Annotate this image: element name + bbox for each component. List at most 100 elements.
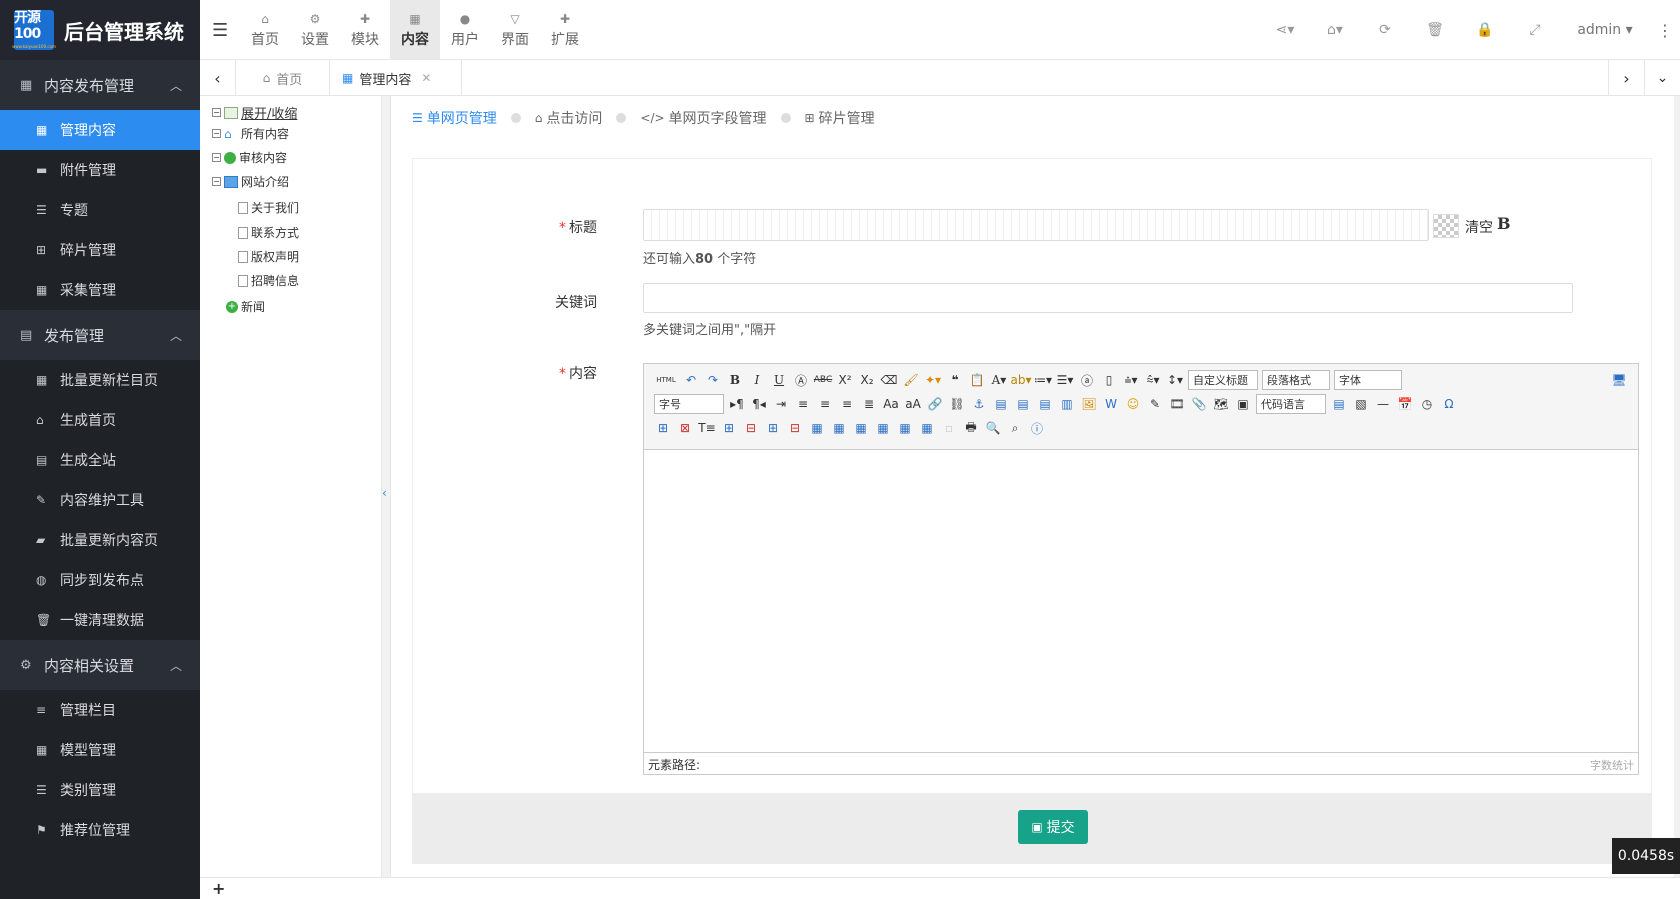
subscript-icon[interactable]: X₂ <box>856 370 878 390</box>
lowercase-icon[interactable]: aA <box>902 394 924 414</box>
auto-format-icon[interactable]: ✦▾ <box>922 370 944 390</box>
chart-icon[interactable]: ▫ <box>938 418 960 438</box>
anchor-icon[interactable]: ⚓ <box>968 394 990 414</box>
insert-row-icon[interactable]: ⊞ <box>718 418 740 438</box>
indent-icon[interactable]: ⇥ <box>770 394 792 414</box>
refresh-icon[interactable]: ⟳ <box>1360 22 1410 38</box>
special-chars-icon[interactable]: Ω <box>1438 394 1460 414</box>
zoom-icon[interactable]: 🔍 <box>982 418 1004 438</box>
align-center-icon[interactable]: ≡ <box>814 394 836 414</box>
trash-icon[interactable]: 🗑 <box>1410 22 1460 38</box>
border-text-icon[interactable]: Ⓐ <box>790 370 812 390</box>
scrawl-icon[interactable]: ✎ <box>1144 394 1166 414</box>
fullscreen-icon[interactable]: ⤢ <box>1510 22 1560 38</box>
font-family-select[interactable]: 字体 <box>1334 370 1402 390</box>
insert-frame-icon[interactable]: ▣ <box>1232 394 1254 414</box>
find-replace-icon[interactable]: ⌕ <box>1004 418 1026 438</box>
sidebar-group-publish[interactable]: ▤ 发布管理 ︿ <box>0 310 200 360</box>
image-none-icon[interactable]: ▤ <box>990 394 1012 414</box>
sidebar-item-attachments[interactable]: ▬ 附件管理 <box>0 150 200 190</box>
chevron-down-icon[interactable]: ⌄ <box>1644 60 1680 96</box>
topnav-home[interactable]: ⌂ 首页 <box>240 0 290 60</box>
sidebar-item-categories[interactable]: ≡ 管理栏目 <box>0 690 200 730</box>
row-spacing-bottom-icon[interactable]: ⩯▾ <box>1142 370 1164 390</box>
plus-icon[interactable]: + <box>212 879 225 898</box>
title-input[interactable] <box>643 209 1429 241</box>
caption-icon[interactable]: T≡ <box>696 418 718 438</box>
sidebar-item-maintenance[interactable]: ✎ 内容维护工具 <box>0 480 200 520</box>
video-icon[interactable]: 🎞 <box>1166 394 1188 414</box>
ltr-icon[interactable]: ▸¶ <box>726 394 748 414</box>
html-source-button[interactable]: HTML <box>652 370 680 390</box>
horizontal-rule-icon[interactable]: — <box>1372 394 1394 414</box>
sidebar-item-sync[interactable]: ◍ 同步到发布点 <box>0 560 200 600</box>
align-justify-icon[interactable]: ≣ <box>858 394 880 414</box>
title-clear-button[interactable]: 清空 <box>1465 217 1493 237</box>
sidebar-item-gen-home[interactable]: ⌂ 生成首页 <box>0 400 200 440</box>
page-break-icon[interactable]: ▤ <box>1328 394 1350 414</box>
lock-icon[interactable]: 🔒 <box>1460 22 1510 38</box>
paste-plain-icon[interactable]: 📋 <box>966 370 988 390</box>
delete-row-icon[interactable]: ⊟ <box>740 418 762 438</box>
merge-cells-icon[interactable]: ▦ <box>806 418 828 438</box>
format-brush-icon[interactable]: 🖌 <box>900 370 922 390</box>
sidebar-group-content-publish[interactable]: ▦ 内容发布管理 ︿ <box>0 60 200 110</box>
italic-icon[interactable]: I <box>746 370 768 390</box>
sidebar-item-models[interactable]: ▦ 模型管理 <box>0 730 200 770</box>
title-color-picker[interactable] <box>1433 214 1459 238</box>
print-icon[interactable]: 🖶 <box>960 418 982 438</box>
split-cols-icon[interactable]: ▦ <box>916 418 938 438</box>
user-menu[interactable]: admin ▾ <box>1560 22 1650 38</box>
ordered-list-icon[interactable]: ≔▾ <box>1032 370 1054 390</box>
tree-toggle[interactable]: − 展开/收缩 <box>212 103 297 122</box>
split-rows-icon[interactable]: ▦ <box>894 418 916 438</box>
sidebar-item-fragments[interactable]: ⊞ 碎片管理 <box>0 230 200 270</box>
split-cells-icon[interactable]: ▦ <box>872 418 894 438</box>
topnav-extend[interactable]: ✚ 扩展 <box>540 0 590 60</box>
sidebar-item-types[interactable]: ☰ 类别管理 <box>0 770 200 810</box>
subtab-fields[interactable]: </> 单网页字段管理 <box>640 108 766 128</box>
undo-icon[interactable]: ↶ <box>680 370 702 390</box>
share-icon[interactable]: ⋖▾ <box>1260 22 1310 38</box>
paragraph-select[interactable]: 段落格式 <box>1262 370 1330 390</box>
chevron-right-icon[interactable]: › <box>1608 60 1644 96</box>
blockquote-icon[interactable]: ❝ <box>944 370 966 390</box>
logo[interactable]: 开源100 www.kaiyuan100.com 后台管理系统 <box>0 0 200 60</box>
topnav-interface[interactable]: ▽ 界面 <box>490 0 540 60</box>
time-icon[interactable]: ◷ <box>1416 394 1438 414</box>
unlink-icon[interactable]: ⛓ <box>946 394 968 414</box>
sidebar-item-topics[interactable]: ☰ 专题 <box>0 190 200 230</box>
insert-table-icon[interactable]: ⊞ <box>652 418 674 438</box>
sidebar-item-batch-content[interactable]: ▰ 批量更新内容页 <box>0 520 200 560</box>
align-right-icon[interactable]: ≡ <box>836 394 858 414</box>
tree-node-copyright[interactable]: 版权声明 <box>238 248 299 265</box>
line-height-icon[interactable]: ↕▾ <box>1164 370 1186 390</box>
preview-icon[interactable]: 🖥 <box>1608 370 1630 390</box>
sidebar-item-clear-data[interactable]: 🗑 一键清理数据 <box>0 600 200 640</box>
strikethrough-icon[interactable]: ABC <box>812 370 834 390</box>
tree-node-contact[interactable]: 联系方式 <box>238 224 299 241</box>
help-icon[interactable]: ⓘ <box>1026 418 1048 438</box>
keywords-input[interactable] <box>643 283 1573 313</box>
highlight-icon[interactable]: ab▾ <box>1010 370 1032 390</box>
tab-manage-content[interactable]: ▦ 管理内容 ✕ <box>330 60 462 96</box>
chevron-left-icon[interactable]: ‹ <box>200 60 236 96</box>
topnav-modules[interactable]: ✚ 模块 <box>340 0 390 60</box>
image-right-icon[interactable]: ▤ <box>1034 394 1056 414</box>
menu-toggle-icon[interactable]: ☰ <box>212 20 228 41</box>
rtl-icon[interactable]: ¶◂ <box>748 394 770 414</box>
page-scrollbar[interactable] <box>1674 96 1680 877</box>
tree-node-news[interactable]: + 新闻 <box>226 298 265 315</box>
tree-node-about[interactable]: 关于我们 <box>238 199 299 216</box>
tree-node-all[interactable]: − ⌂ 所有内容 <box>212 125 289 142</box>
template-icon[interactable]: ▧ <box>1350 394 1372 414</box>
tree-node-intro[interactable]: − 网站介绍 <box>212 173 289 190</box>
font-color-icon[interactable]: A▾ <box>988 370 1010 390</box>
image-center-icon[interactable]: ▥ <box>1056 394 1078 414</box>
delete-table-icon[interactable]: ⊠ <box>674 418 696 438</box>
tree-node-jobs[interactable]: 招聘信息 <box>238 272 299 289</box>
close-icon[interactable]: ✕ <box>421 71 431 85</box>
tree-node-review[interactable]: − 审核内容 <box>212 149 287 166</box>
code-language-select[interactable]: 代码语言 <box>1256 394 1326 414</box>
merge-right-icon[interactable]: ▦ <box>828 418 850 438</box>
